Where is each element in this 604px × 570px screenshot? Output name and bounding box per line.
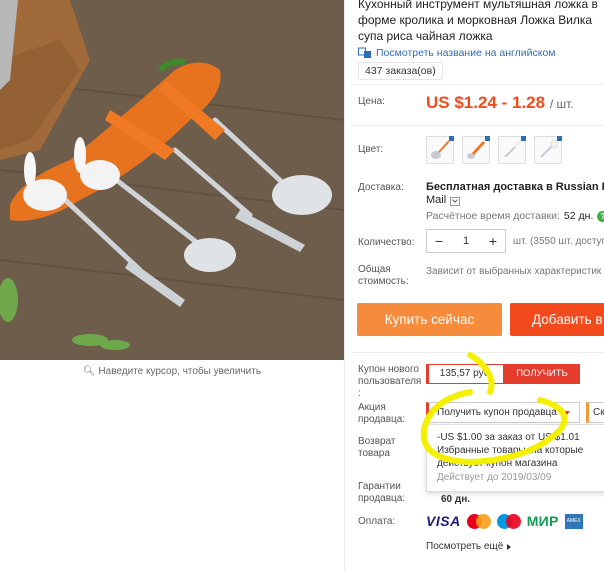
translate-title-link[interactable]: Посмотреть название на английском xyxy=(358,47,556,59)
add-to-cart-button[interactable]: Добавить в xyxy=(510,303,604,336)
shipping-carrier: Mail xyxy=(426,194,447,206)
price-range: US $1.24 - 1.28 / шт. xyxy=(426,93,574,113)
seller-coupon-dropdown[interactable]: Получить купон продавца xyxy=(426,402,580,423)
product-title: Кухонный инструмент мультяшная ложка в ф… xyxy=(358,0,604,44)
color-swatches xyxy=(426,136,562,164)
new-user-coupon-label-line: : xyxy=(358,388,361,399)
seller-promo-label-line: Акция xyxy=(358,402,386,413)
see-more-text[interactable]: Посмотреть ещё xyxy=(426,541,503,552)
help-icon[interactable]: ? xyxy=(597,210,604,222)
price-unit: / шт. xyxy=(549,97,574,111)
seller-promo-label: Акция продавца: xyxy=(358,402,405,426)
quantity-decrease-button[interactable]: − xyxy=(427,233,451,249)
mir-logo-icon: МИР xyxy=(526,513,559,529)
carrot-spoon-thumbnail-icon xyxy=(467,140,486,159)
color-option-3[interactable] xyxy=(498,136,526,164)
coupon-offer-line: Избранные товары, на которые xyxy=(437,445,584,456)
translate-link-text[interactable]: Посмотреть название на английском xyxy=(376,47,556,59)
delivery-value: 52 дн. xyxy=(563,210,594,222)
returns-label-line: товара xyxy=(358,448,390,459)
total-value: Зависит от выбранных характеристик xyxy=(426,266,602,277)
spoon-thumbnail-icon xyxy=(431,140,450,159)
buy-now-button[interactable]: Купить сейчас xyxy=(357,303,502,336)
shipping-option[interactable]: Бесплатная доставка в Russian Fede Mail xyxy=(426,181,604,207)
caret-right-icon xyxy=(507,543,512,550)
fork-thumbnail-icon xyxy=(504,140,522,158)
new-user-coupon-label-line: Купон нового xyxy=(358,364,419,375)
product-title-line: форме кролика и морковная Ложка Вилка xyxy=(358,13,593,27)
warranty-label: Гарантии продавца: xyxy=(358,481,405,505)
warranty-days: 60 дн. xyxy=(441,494,471,505)
payment-label: Оплата: xyxy=(358,516,396,527)
price-value: US $1.24 - 1.28 xyxy=(426,93,546,112)
delivery-label: Расчётное время доставки: xyxy=(426,210,560,222)
seller-coupon-label: Получить купон продавца xyxy=(437,407,557,418)
product-image[interactable] xyxy=(0,0,344,360)
zoom-hint: 🔍︎ Наведите курсор, чтобы увеличить xyxy=(0,366,344,377)
shipping-text: Бесплатная доставка в Russian Fede xyxy=(426,181,604,193)
divider xyxy=(350,352,604,353)
see-more-payment-link[interactable]: Посмотреть ещё xyxy=(426,541,512,552)
shipping-label: Доставка: xyxy=(358,182,404,193)
divider xyxy=(350,125,604,126)
translate-icon xyxy=(358,47,371,58)
mastercard-logo-icon xyxy=(466,513,491,529)
coupon-offer-line: -US $1.00 за заказ от US $1.01 xyxy=(437,432,580,443)
coupon-valid-until: Действует до 2019/03/09 xyxy=(437,472,552,483)
column-divider xyxy=(344,0,345,570)
amex-logo-icon: AMEX xyxy=(564,513,583,529)
color-option-2[interactable] xyxy=(462,136,490,164)
price-label: Цена: xyxy=(358,96,385,107)
product-title-line: супа риса чайная ложка xyxy=(358,29,493,43)
quantity-label: Количество: xyxy=(358,237,415,248)
seller-coupon-popup: -US $1.00 за заказ от US $1.01 Избранные… xyxy=(426,424,604,492)
payment-methods: VISA МИР AMEX xyxy=(426,513,583,529)
orders-count: 437 заказа(ов) xyxy=(358,62,443,80)
caret-down-icon xyxy=(563,410,570,415)
coupon-amount: 135,57 руб. xyxy=(426,364,504,384)
quantity-stepper: − 1 + xyxy=(426,229,506,253)
seller-promo-label-line: продавца: xyxy=(358,414,406,425)
stock-available: шт. (3550 шт. достуг xyxy=(513,236,604,247)
coupon-offer-line: действует купон магазина xyxy=(437,458,558,469)
warranty-label-line: продавца: xyxy=(358,493,406,504)
seller-coupon-secondary[interactable]: Ск xyxy=(586,402,604,423)
color-option-1[interactable] xyxy=(426,136,454,164)
maestro-logo-icon xyxy=(496,513,521,529)
bunny-fork-thumbnail-icon xyxy=(540,139,558,158)
new-user-coupon-label-line: пользователя xyxy=(358,376,422,387)
warranty-label-line: Гарантии xyxy=(358,481,401,492)
returns-label: Возврат товара xyxy=(358,436,396,460)
visa-logo-icon: VISA xyxy=(426,513,461,529)
zoom-hint-text: Наведите курсор, чтобы увеличить xyxy=(98,366,262,377)
color-option-4[interactable] xyxy=(534,136,562,164)
new-user-coupon: 135,57 руб. ПОЛУЧИТЬ xyxy=(426,364,580,384)
returns-label-line: Возврат xyxy=(358,436,396,447)
quantity-input[interactable]: 1 xyxy=(451,235,481,247)
total-label-line: Общая xyxy=(358,264,391,275)
new-user-coupon-label: Купон нового пользователя : xyxy=(358,364,421,400)
color-label: Цвет: xyxy=(358,144,384,155)
magnifier-icon: 🔍︎ xyxy=(82,366,96,377)
get-coupon-button[interactable]: ПОЛУЧИТЬ xyxy=(504,364,580,384)
chevron-down-icon[interactable] xyxy=(450,197,461,206)
quantity-increase-button[interactable]: + xyxy=(481,233,505,249)
total-label: Общая стоимость: xyxy=(358,264,409,288)
delivery-estimate: Расчётное время доставки: 52 дн. ? xyxy=(426,210,604,222)
product-title-line: Кухонный инструмент мультяшная ложка в xyxy=(358,0,598,11)
product-photo-illustration xyxy=(0,0,344,360)
total-label-line: стоимость: xyxy=(358,276,409,287)
divider xyxy=(350,84,604,85)
